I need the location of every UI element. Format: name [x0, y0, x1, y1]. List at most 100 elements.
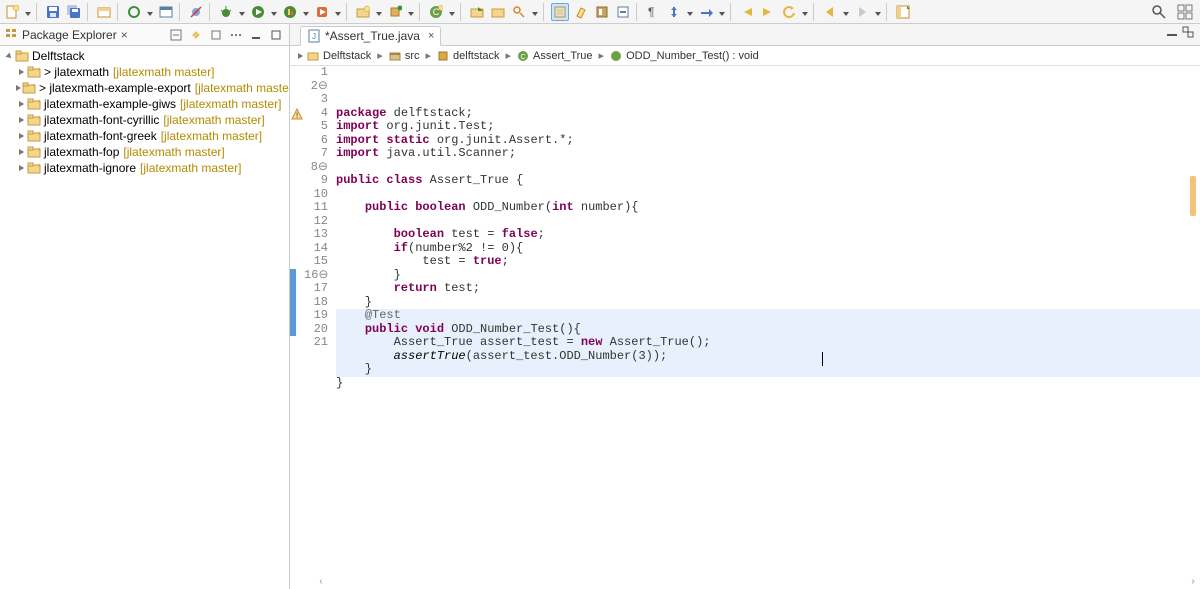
tree-decoration: [jlatexmath master]: [113, 65, 214, 79]
dropdown-icon[interactable]: [146, 5, 154, 23]
open-task-icon[interactable]: [489, 3, 507, 21]
coverage-icon[interactable]: [281, 3, 299, 21]
dropdown-icon[interactable]: [801, 5, 809, 23]
toggle-highlight-icon[interactable]: [572, 3, 590, 21]
view-menu-icon[interactable]: [227, 26, 245, 44]
dropdown-icon[interactable]: [270, 5, 278, 23]
tree-item[interactable]: › jlatexmath-font-greek [jlatexmath mast…: [4, 128, 285, 144]
new-package-icon[interactable]: [95, 3, 113, 21]
tab-label: *Assert_True.java: [325, 29, 420, 43]
collapse-all-icon[interactable]: [167, 26, 185, 44]
tree-label: jlatexmath-ignore: [44, 161, 136, 175]
dropdown-icon[interactable]: [238, 5, 246, 23]
toggle-block-selection-icon[interactable]: [593, 3, 611, 21]
dropdown-icon[interactable]: [718, 5, 726, 23]
forward-icon[interactable]: [853, 3, 871, 21]
dropdown-icon[interactable]: [686, 5, 694, 23]
svg-text:›: ›: [33, 82, 36, 89]
package-explorer-header: Package Explorer ×: [0, 24, 289, 46]
dropdown-icon[interactable]: [334, 5, 342, 23]
tree-item[interactable]: › jlatexmath-example-giws [jlatexmath ma…: [4, 96, 285, 112]
tree-item[interactable]: › jlatexmath-ignore [jlatexmath master]: [4, 160, 285, 176]
tree-item[interactable]: › > jlatexmath [jlatexmath master]: [4, 64, 285, 80]
breadcrumb[interactable]: Delftstack ▸ src ▸ delftstack ▸ C Assert…: [290, 46, 1200, 66]
new-java-project-icon[interactable]: [354, 3, 372, 21]
toggle-breakpoint-icon[interactable]: [125, 3, 143, 21]
close-tab-icon[interactable]: ×: [428, 30, 434, 42]
minimize-editor-icon[interactable]: [1166, 26, 1178, 41]
code-content[interactable]: package delftstack;import org.junit.Test…: [332, 66, 1200, 589]
breadcrumb-item[interactable]: ODD_Number_Test() : void: [626, 50, 759, 62]
perspective-switch-icon[interactable]: [1176, 3, 1194, 21]
step-icon[interactable]: [697, 3, 715, 21]
dropdown-icon[interactable]: [531, 5, 539, 23]
tree-item[interactable]: › > jlatexmath-example-export [jlatexmat…: [4, 80, 285, 96]
last-edit-icon[interactable]: [780, 3, 798, 21]
expand-icon[interactable]: [16, 67, 26, 77]
expand-icon[interactable]: [16, 83, 21, 93]
editor-tab[interactable]: J *Assert_True.java ×: [300, 26, 441, 46]
prev-annotation-icon[interactable]: [738, 3, 756, 21]
open-type-icon[interactable]: [468, 3, 486, 21]
breadcrumb-arrow-icon[interactable]: [298, 53, 303, 59]
dropdown-icon[interactable]: [302, 5, 310, 23]
breadcrumb-item[interactable]: Delftstack: [323, 50, 371, 62]
expand-icon[interactable]: [16, 131, 26, 141]
dropdown-icon[interactable]: [448, 5, 456, 23]
show-whitespace-icon[interactable]: [614, 3, 632, 21]
new-class-icon[interactable]: C: [427, 3, 445, 21]
breadcrumb-item[interactable]: Assert_True: [533, 50, 593, 62]
open-perspective-icon[interactable]: [894, 3, 912, 21]
dropdown-icon[interactable]: [874, 5, 882, 23]
link-editor-icon[interactable]: [187, 26, 205, 44]
toggle-mark-occurrences-icon[interactable]: [551, 3, 569, 21]
class-icon: C: [517, 50, 529, 62]
close-view-icon[interactable]: ×: [121, 28, 128, 42]
search-icon[interactable]: [510, 3, 528, 21]
dropdown-icon[interactable]: [407, 5, 415, 23]
code-editor[interactable]: ! 12⊖345678⊖910111213141516⊖1718192021 p…: [290, 66, 1200, 589]
paragraph-icon[interactable]: ¶: [644, 3, 662, 21]
breadcrumb-item[interactable]: src: [405, 50, 420, 62]
new-icon[interactable]: [3, 3, 21, 21]
expand-icon[interactable]: [16, 99, 26, 109]
overview-ruler-marker[interactable]: [1190, 176, 1196, 216]
svg-text:!: !: [295, 112, 300, 120]
quick-access-search-icon[interactable]: [1150, 3, 1168, 21]
project-icon: ›: [27, 129, 41, 143]
minimize-view-icon[interactable]: [247, 26, 265, 44]
next-annotation-icon[interactable]: [759, 3, 777, 21]
maximize-editor-icon[interactable]: [1182, 26, 1194, 41]
svg-text:›: ›: [38, 162, 41, 169]
run-icon[interactable]: [249, 3, 267, 21]
expand-icon[interactable]: [2, 49, 16, 63]
tree-item[interactable]: Delftstack: [4, 48, 285, 64]
save-icon[interactable]: [44, 3, 62, 21]
tree-decoration: [jlatexmath master]: [140, 161, 241, 175]
expand-icon[interactable]: [16, 147, 26, 157]
dropdown-icon[interactable]: [842, 5, 850, 23]
dropdown-icon[interactable]: [375, 5, 383, 23]
debug-icon[interactable]: [217, 3, 235, 21]
expand-icon[interactable]: [16, 115, 26, 125]
new-java-package-icon[interactable]: [386, 3, 404, 21]
svg-text:¶: ¶: [648, 5, 654, 19]
tree-item[interactable]: › jlatexmath-fop [jlatexmath master]: [4, 144, 285, 160]
editor-area: J *Assert_True.java × Delftstack ▸ src ▸…: [290, 24, 1200, 589]
horizontal-scrollbar[interactable]: ‹›: [318, 577, 1196, 589]
back-icon[interactable]: [821, 3, 839, 21]
run-last-icon[interactable]: [313, 3, 331, 21]
save-all-icon[interactable]: [65, 3, 83, 21]
expand-icon[interactable]: [16, 163, 26, 173]
maximize-view-icon[interactable]: [267, 26, 285, 44]
tree-item[interactable]: › jlatexmath-font-cyrillic [jlatexmath m…: [4, 112, 285, 128]
svg-text:›: ›: [38, 130, 41, 137]
breadcrumb-item[interactable]: delftstack: [453, 50, 499, 62]
dropdown-icon[interactable]: [24, 5, 32, 23]
package-explorer-tree[interactable]: Delftstack › > jlatexmath [jlatexmath ma…: [0, 46, 289, 178]
collapse-icon[interactable]: [665, 3, 683, 21]
terminal-icon[interactable]: [157, 3, 175, 21]
focus-icon[interactable]: [207, 26, 225, 44]
skip-breakpoints-icon[interactable]: [187, 3, 205, 21]
tree-decoration: [jlatexmath master]: [161, 129, 262, 143]
